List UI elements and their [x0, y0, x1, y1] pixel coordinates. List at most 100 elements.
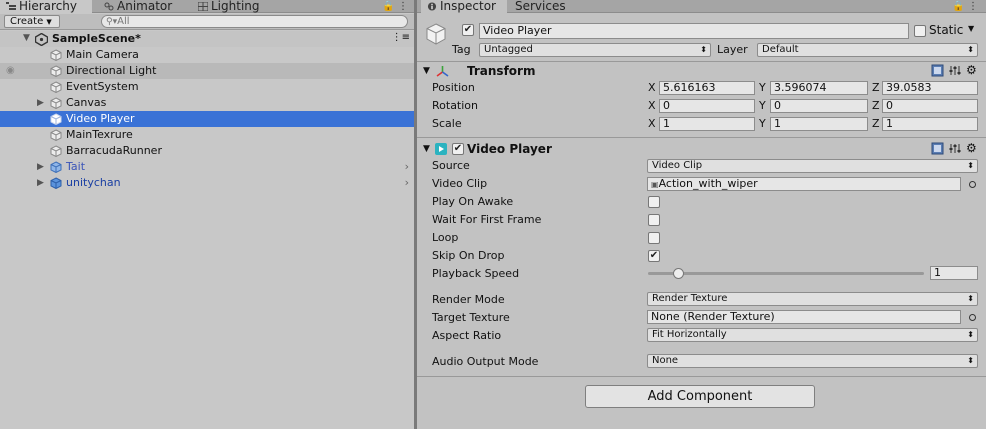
transform-header[interactable]: ▼ Transform ⚙ [417, 62, 986, 80]
collapse-arrow-icon[interactable]: ▼ [423, 140, 430, 158]
video-clip-field[interactable]: ▣Action_with_wiper [647, 177, 961, 191]
video-player-header[interactable]: ▼ ✔ Video Player ⚙ [417, 140, 986, 158]
skip-on-drop-checkbox[interactable]: ✔ [648, 250, 660, 262]
list-item[interactable]: ▶ unitychan › [0, 175, 414, 191]
gameobject-cube-icon [50, 129, 62, 141]
create-button[interactable]: Create ▼ [4, 15, 60, 28]
rotation-x-field[interactable]: 0 [659, 99, 755, 113]
chevron-right-icon[interactable]: › [405, 175, 409, 191]
expand-arrow-icon[interactable]: ▶ [37, 95, 44, 111]
position-x-field[interactable]: 5.616163 [659, 81, 755, 95]
hierarchy-tab-menu-icon[interactable]: 🔒 ⋮ [382, 1, 408, 12]
visibility-eye-icon[interactable]: ◉ [6, 63, 15, 79]
object-picker-icon[interactable] [969, 181, 976, 188]
expand-arrow-icon[interactable]: ▼ [23, 33, 30, 43]
axis-y-label: Y [759, 81, 766, 94]
search-placeholder: All [117, 16, 130, 27]
expand-arrow-icon[interactable]: ▶ [37, 159, 44, 175]
scene-menu-icon[interactable]: ⋮≡ [392, 32, 410, 43]
static-label: Static [929, 23, 964, 37]
gameobject-cube-icon [50, 113, 62, 125]
position-y-field[interactable]: 3.596074 [770, 81, 868, 95]
wait-first-frame-label: Wait For First Frame [432, 213, 542, 226]
scale-x-field[interactable]: 1 [659, 117, 755, 131]
scene-row[interactable]: ▼ SampleScene* ⋮≡ [0, 31, 414, 47]
playback-speed-field[interactable]: 1 [930, 266, 978, 280]
wait-first-frame-checkbox[interactable] [648, 214, 660, 226]
list-item-selected[interactable]: Video Player [0, 111, 414, 127]
help-book-icon[interactable] [931, 64, 944, 77]
playback-speed-slider[interactable] [648, 272, 924, 275]
skip-on-drop-label: Skip On Drop [432, 249, 505, 262]
list-item[interactable]: ◉ Directional Light [0, 63, 414, 79]
hierarchy-icon [6, 2, 16, 10]
object-name-input[interactable]: Video Player [479, 23, 909, 39]
preset-sliders-icon[interactable] [949, 64, 962, 77]
dropdown-arrow-icon: ⬍ [967, 330, 974, 339]
list-item[interactable]: Main Camera [0, 47, 414, 63]
audio-output-label: Audio Output Mode [432, 355, 539, 368]
chevron-right-icon[interactable]: › [405, 159, 409, 175]
scale-z-field[interactable]: 1 [882, 117, 978, 131]
video-clip-value: Action_with_wiper [658, 177, 758, 190]
gameobject-cube-icon [50, 97, 62, 109]
aspect-ratio-dropdown[interactable]: Fit Horizontally ⬍ [647, 328, 978, 342]
add-component-button[interactable]: Add Component [585, 385, 815, 408]
dropdown-arrow-icon: ⬍ [967, 161, 974, 170]
gear-icon[interactable]: ⚙ [966, 139, 977, 157]
play-on-awake-checkbox[interactable] [648, 196, 660, 208]
list-item-label: Main Camera [66, 48, 139, 61]
layer-dropdown[interactable]: Default ⬍ [757, 43, 978, 57]
video-player-enabled-checkbox[interactable]: ✔ [452, 143, 464, 155]
info-icon [427, 2, 437, 11]
position-z-field[interactable]: 39.0583 [882, 81, 978, 95]
divider [417, 137, 986, 138]
help-book-icon[interactable] [931, 142, 944, 155]
rotation-z-field[interactable]: 0 [882, 99, 978, 113]
tab-inspector[interactable]: Inspector [421, 0, 507, 13]
scale-y-field[interactable]: 1 [770, 117, 868, 131]
prefab-cube-icon [50, 177, 62, 189]
list-item[interactable]: ▶ Tait › [0, 159, 414, 175]
scene-name: SampleScene* [52, 32, 141, 45]
target-texture-field[interactable]: None (Render Texture) [647, 310, 961, 324]
loop-checkbox[interactable] [648, 232, 660, 244]
axis-y-label: Y [759, 99, 766, 112]
list-item[interactable]: ▶ Canvas [0, 95, 414, 111]
list-item[interactable]: BarracudaRunner [0, 143, 414, 159]
static-dropdown-icon[interactable]: ▼ [968, 24, 974, 33]
collapse-arrow-icon[interactable]: ▼ [423, 62, 430, 80]
hierarchy-panel: Hierarchy Animator Lighting 🔒 ⋮ Create ▼… [0, 0, 414, 429]
source-value: Video Clip [652, 160, 703, 171]
inspector-tab-menu-icon[interactable]: 🔒 ⋮ [952, 1, 978, 12]
tab-hierarchy[interactable]: Hierarchy [0, 0, 92, 13]
render-mode-value: Render Texture [652, 293, 728, 304]
expand-arrow-icon[interactable]: ▶ [37, 175, 44, 191]
layer-label: Layer [717, 43, 748, 56]
render-mode-dropdown[interactable]: Render Texture ⬍ [647, 292, 978, 306]
tab-services[interactable]: Services [509, 0, 589, 13]
source-dropdown[interactable]: Video Clip ⬍ [647, 159, 978, 173]
playback-speed-label: Playback Speed [432, 267, 520, 280]
video-player-title: Video Player [467, 142, 552, 156]
playback-speed-slider-thumb[interactable] [673, 268, 685, 279]
source-label: Source [432, 159, 470, 172]
tag-dropdown[interactable]: Untagged ⬍ [479, 43, 711, 57]
tab-animator[interactable]: Animator [98, 0, 188, 13]
object-picker-icon[interactable] [969, 314, 976, 321]
static-checkbox[interactable] [914, 25, 926, 37]
gear-icon[interactable]: ⚙ [966, 61, 977, 79]
audio-output-dropdown[interactable]: None ⬍ [647, 354, 978, 368]
hierarchy-search-input[interactable]: ⚲▾All [101, 15, 408, 28]
tab-lighting[interactable]: Lighting [192, 0, 282, 13]
active-checkbox[interactable]: ✔ [462, 24, 474, 36]
dropdown-arrow-icon: ⬍ [967, 356, 974, 365]
rotation-y-field[interactable]: 0 [770, 99, 868, 113]
list-item-label: Video Player [66, 112, 135, 125]
axis-z-label: Z [872, 81, 880, 94]
aspect-ratio-value: Fit Horizontally [652, 329, 727, 340]
list-item[interactable]: EventSystem [0, 79, 414, 95]
list-item[interactable]: MainTexrure [0, 127, 414, 143]
preset-sliders-icon[interactable] [949, 142, 962, 155]
prefab-cube-icon [50, 161, 62, 173]
